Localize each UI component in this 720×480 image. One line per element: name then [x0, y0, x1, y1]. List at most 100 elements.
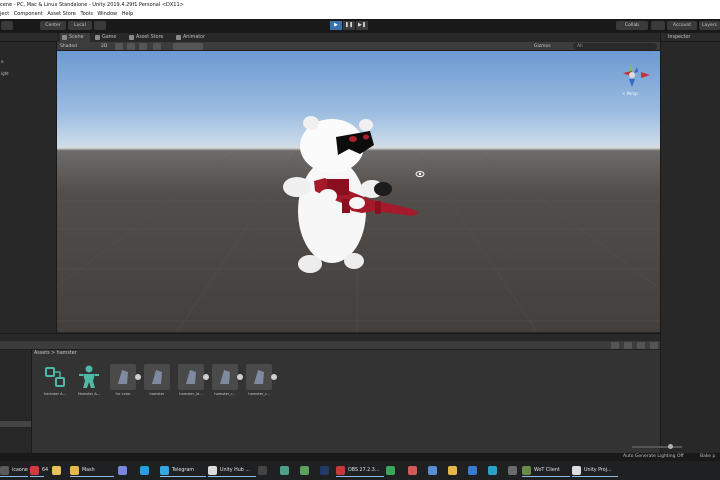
taskbar-item[interactable] [428, 464, 440, 477]
taskbar-item[interactable] [408, 464, 420, 477]
slider-knob[interactable] [668, 444, 673, 449]
orientation-gizmo[interactable] [623, 63, 650, 87]
shading-mode-dropdown[interactable]: Shaded [60, 43, 96, 50]
menu-item-window[interactable]: Window [97, 11, 117, 17]
camera-settings-icon[interactable] [173, 43, 203, 50]
skype-icon [140, 466, 149, 475]
grid-snap-icon[interactable] [94, 21, 106, 30]
taskbar-item[interactable]: icaone - [0, 464, 31, 477]
taskbar-item[interactable] [258, 464, 270, 477]
tools-icon[interactable] [521, 43, 529, 50]
obs-icon [336, 466, 345, 475]
hamster-model[interactable] [283, 116, 419, 273]
taskbar-item[interactable]: Unity Proj... [572, 464, 618, 477]
taskbar-item[interactable] [508, 464, 520, 477]
mode-2d-toggle[interactable]: 2D [101, 43, 111, 50]
taskbar-item-label: Unity Proj... [584, 468, 612, 473]
taskbar-item[interactable] [386, 464, 398, 477]
asset-item[interactable]: hamster_id... [176, 364, 209, 402]
selected-folder-highlight[interactable] [0, 421, 31, 427]
hand-tool-icon[interactable] [1, 21, 13, 30]
discord-icon [118, 466, 127, 475]
tab-animator[interactable]: Animator [174, 33, 212, 42]
app-icon [408, 466, 417, 475]
avatar-icon [76, 364, 102, 390]
asset-item[interactable]: Hamster A... [74, 364, 104, 402]
app-icon [280, 466, 289, 475]
thumbnail-size-slider[interactable] [632, 444, 682, 449]
taskbar-item[interactable] [468, 464, 480, 477]
expand-arrow-icon[interactable] [271, 374, 277, 380]
step-button[interactable]: ▶❚ [356, 21, 368, 30]
gizmos-dropdown[interactable]: Gizmos [534, 43, 564, 50]
pivot-center-button[interactable]: Center [40, 21, 66, 30]
inspector-tab[interactable]: Inspector [661, 33, 720, 42]
menu-item-tools[interactable]: Tools [80, 11, 92, 17]
scene-tab-bar: Scene Game Asset Store Animator [57, 33, 660, 42]
effects-icon[interactable] [139, 43, 147, 50]
taskbar-item[interactable] [118, 464, 130, 477]
expand-arrow-icon[interactable] [203, 374, 209, 380]
audio-icon[interactable] [127, 43, 135, 50]
light-gizmo-icon[interactable] [415, 171, 425, 177]
windows-taskbar: icaone - 64 Mash Telegram Unity Hub ... OBS 2… [0, 461, 720, 480]
taskbar-item[interactable]: WoT Client [522, 464, 570, 477]
hierarchy-item[interactable]: e [1, 59, 3, 64]
tab-scene[interactable]: Scene [60, 33, 90, 42]
label-icon[interactable] [624, 342, 632, 349]
tab-asset-store-label: Asset Store [136, 35, 164, 40]
layers-button[interactable]: Layers [699, 21, 720, 30]
taskbar-item[interactable]: OBS 27.2.3... [336, 464, 384, 477]
breadcrumb[interactable]: Assets > hamster [34, 351, 77, 356]
bake-progress[interactable]: Bake p [700, 453, 715, 461]
lighting-icon[interactable] [115, 43, 123, 50]
taskbar-item[interactable]: 64 [30, 464, 48, 477]
asset-item[interactable]: fur color [108, 364, 141, 402]
taskbar-item[interactable] [488, 464, 500, 477]
taskbar-item-label: OBS 27.2.3... [348, 468, 380, 473]
scene-search-input[interactable]: All [573, 43, 657, 50]
cloud-icon[interactable] [651, 21, 665, 30]
expand-arrow-icon[interactable] [237, 374, 243, 380]
hidden-objects-icon[interactable] [153, 43, 161, 50]
hierarchy-tab[interactable] [0, 33, 57, 42]
edge-icon [488, 466, 497, 475]
account-button[interactable]: Account [667, 21, 697, 30]
collab-button[interactable]: Collab [616, 21, 648, 30]
taskbar-item[interactable] [320, 464, 332, 477]
menu-item-asset-store[interactable]: Asset Store [47, 11, 75, 17]
menu-item-project[interactable]: ject [0, 11, 9, 17]
hidden-packages-icon[interactable] [650, 342, 658, 349]
taskbar-item[interactable] [280, 464, 292, 477]
tab-scene-label: Scene [69, 35, 84, 40]
pivot-local-button[interactable]: Local [68, 21, 92, 30]
menu-item-component[interactable]: Component [14, 11, 43, 17]
asset-item[interactable]: hamster [142, 364, 172, 402]
gamepad-icon [95, 35, 100, 40]
taskbar-item[interactable]: Telegram [160, 464, 206, 477]
store-icon [129, 35, 134, 40]
expand-arrow-icon[interactable] [135, 374, 141, 380]
asset-item[interactable]: hamster_r... [244, 364, 277, 402]
taskbar-item[interactable] [448, 464, 460, 477]
badge-icon [30, 466, 39, 475]
hierarchy-item[interactable]: ight [1, 71, 9, 76]
taskbar-item[interactable]: Mash [70, 464, 114, 477]
star-icon[interactable] [637, 342, 645, 349]
persp-label[interactable]: < Persp [622, 91, 638, 96]
wot-icon [522, 466, 531, 475]
scene-viewport[interactable]: < Persp [57, 51, 660, 332]
file-icon [52, 466, 61, 475]
asset-item[interactable]: hamster A... [40, 364, 70, 402]
pause-button[interactable]: ❚❚ [343, 21, 355, 30]
filter-icon[interactable] [611, 342, 619, 349]
play-button[interactable]: ▶ [330, 21, 342, 30]
menu-item-help[interactable]: Help [122, 11, 133, 17]
taskbar-item[interactable] [140, 464, 152, 477]
taskbar-item[interactable] [300, 464, 312, 477]
tab-game[interactable]: Game [93, 33, 123, 42]
tab-asset-store[interactable]: Asset Store [127, 33, 171, 42]
taskbar-item[interactable] [52, 464, 64, 477]
asset-item[interactable]: hamster_r... [210, 364, 243, 402]
taskbar-item[interactable]: Unity Hub ... [208, 464, 256, 477]
